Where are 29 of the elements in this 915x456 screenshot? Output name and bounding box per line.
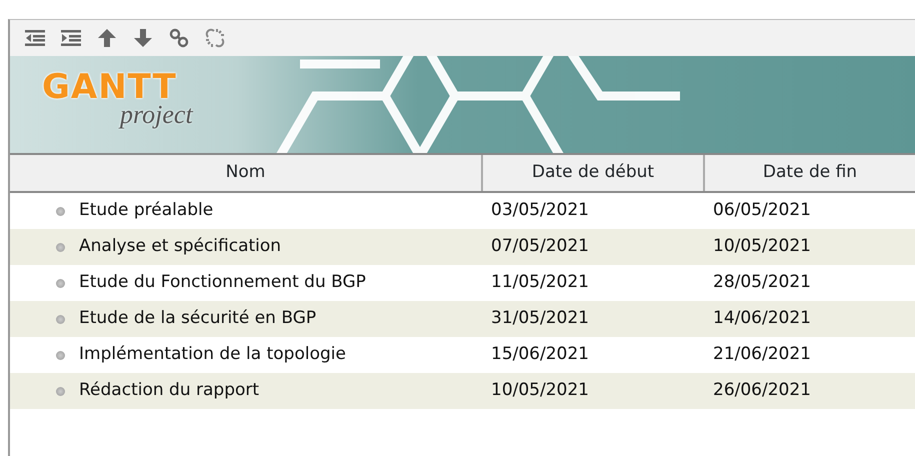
task-bullet-icon	[56, 314, 65, 324]
task-bullet-icon	[56, 242, 65, 252]
end-date: 06/05/2021	[713, 200, 811, 220]
task-bullet-icon	[56, 278, 65, 288]
task-name: Rédaction du rapport	[79, 379, 260, 402]
column-header[interactable]: Nom	[10, 155, 483, 191]
task-name: Analyse et spécification	[79, 235, 282, 258]
end-date: 14/06/2021	[713, 308, 811, 328]
task-bullet-icon	[56, 386, 65, 396]
end-date: 28/05/2021	[713, 272, 811, 292]
task-name: Implémentation de la topologie	[79, 343, 346, 366]
start-date: 15/06/2021	[491, 344, 589, 364]
task-name: Etude du Fonctionnement du BGP	[79, 271, 366, 294]
start-date: 07/05/2021	[491, 236, 589, 256]
start-date: 11/05/2021	[491, 272, 589, 292]
start-date: 31/05/2021	[491, 308, 589, 328]
end-date: 10/05/2021	[713, 236, 811, 256]
start-date: 03/05/2021	[491, 200, 589, 220]
end-date: 21/06/2021	[713, 344, 811, 364]
logo-title: GANTT	[42, 70, 177, 104]
end-date: 26/06/2021	[713, 380, 811, 400]
task-name: Etude préalable	[79, 199, 214, 222]
task-name: Etude de la sécurité en BGP	[79, 307, 316, 330]
task-bullet-icon	[56, 206, 65, 216]
task-bullet-icon	[56, 350, 65, 360]
start-date: 10/05/2021	[491, 380, 589, 400]
column-header[interactable]: Date de début	[483, 155, 705, 191]
logo-subtitle: project	[120, 102, 193, 128]
column-header[interactable]: Date de fin	[705, 155, 915, 191]
